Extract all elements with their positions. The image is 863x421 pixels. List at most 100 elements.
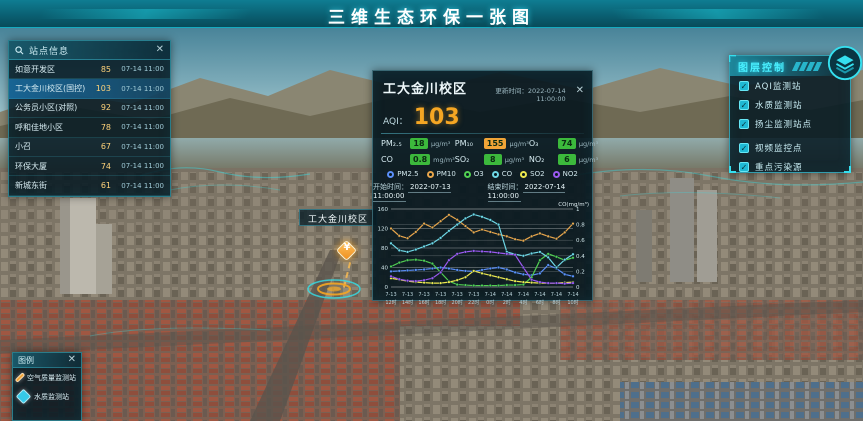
- pollutant-value-badge: 8: [484, 154, 502, 165]
- svg-text:0时: 0时: [486, 299, 494, 306]
- chart-legend-item[interactable]: PM2.5: [387, 170, 418, 178]
- start-time-field: 开始时间：2022-07-13 11:00:00: [373, 182, 478, 200]
- station-aqi: 74: [89, 162, 111, 171]
- station-name: 环保大厦: [15, 161, 89, 172]
- layer-control-panel: 图层控制 ✓AQI监测站✓水质监测站✓扬尘监测站点✓视频监控点✓重点污染源: [729, 55, 851, 173]
- end-time-label: 结束时间：: [488, 183, 523, 191]
- pollutant-cell: CO0.8mg/m³: [381, 154, 455, 165]
- pollutant-grid: PM₂.₅18μg/m³PM₁₀155μg/m³O₃74μg/m³CO0.8mg…: [373, 138, 592, 165]
- chart-legend-item[interactable]: NO2: [553, 170, 578, 178]
- station-aqi: 103: [89, 84, 111, 93]
- station-list: 如意开发区85 07-14 11:00 工大金川校区(国控)10307-14 11:…: [9, 60, 170, 196]
- svg-text:22时: 22时: [468, 299, 479, 306]
- close-icon[interactable]: ✕: [156, 45, 164, 55]
- svg-text:2时: 2时: [503, 299, 511, 306]
- chart-legend-item[interactable]: O3: [464, 170, 484, 178]
- svg-text:0.6: 0.6: [576, 238, 585, 244]
- pollutant-value-badge: 74: [558, 138, 576, 149]
- station-row[interactable]: 公务员小区(对照)9207-14 11:00: [9, 99, 170, 118]
- station-name: 呼和佳地小区: [15, 122, 89, 133]
- chart-legend-item[interactable]: PM10: [427, 170, 456, 178]
- station-aqi: 85: [89, 65, 111, 74]
- series-label: SO2: [530, 170, 544, 178]
- station-time: 07-14 11:00: [116, 65, 164, 73]
- pollutant-unit: μg/m³: [505, 156, 524, 164]
- station-aqi: 67: [89, 142, 111, 151]
- checkbox-icon[interactable]: ✓: [739, 100, 749, 110]
- close-icon[interactable]: ✕: [68, 355, 76, 365]
- svg-text:7-14: 7-14: [534, 292, 545, 298]
- legend-item: 空气质量监测站: [13, 368, 81, 387]
- svg-text:6时: 6时: [536, 299, 544, 306]
- station-row[interactable]: 环保大厦74 07-14 11:00: [9, 157, 170, 176]
- svg-text:8时: 8时: [552, 299, 560, 306]
- station-panel-title: 站点信息: [29, 44, 151, 57]
- marker-ground-rings: [306, 278, 362, 300]
- legend-panel-title: 图例: [18, 355, 68, 366]
- chart-legend: PM2.5 PM10 O3 CO SO2 NO2: [373, 165, 592, 180]
- pollutant-unit: mg/m³: [433, 156, 455, 164]
- svg-text:7-13: 7-13: [435, 292, 446, 298]
- layer-label: 水质监测站: [755, 99, 803, 111]
- svg-text:80: 80: [381, 246, 388, 252]
- station-row[interactable]: 新城东街6107-14 11:00: [9, 176, 170, 195]
- pollutant-name: PM₁₀: [455, 139, 481, 148]
- series-dot-icon: [553, 171, 560, 178]
- map-marker-label[interactable]: 工大金川校区: [299, 209, 377, 226]
- svg-text:7-14: 7-14: [567, 292, 578, 298]
- station-detail-popup: 工大金川校区 更新时间：2022-07-14 11:00:00 ✕ AQI： 1…: [372, 70, 593, 301]
- svg-text:7-14: 7-14: [485, 292, 496, 298]
- layers-icon[interactable]: [826, 44, 863, 82]
- series-label: NO2: [563, 170, 578, 178]
- station-row[interactable]: 小召6707-14 11:00: [9, 138, 170, 157]
- svg-text:10时: 10时: [567, 299, 578, 306]
- pollutant-name: CO: [381, 155, 407, 164]
- station-row[interactable]: 如意开发区85 07-14 11:00: [9, 60, 170, 79]
- svg-text:CO(mg/m³): CO(mg/m³): [558, 201, 589, 208]
- station-name: 公务员小区(对照): [15, 102, 89, 113]
- layer-item[interactable]: ✓ 视频监控点: [730, 138, 850, 157]
- close-icon[interactable]: ✕: [576, 86, 584, 96]
- series-label: CO: [502, 170, 512, 178]
- checkbox-icon[interactable]: ✓: [739, 162, 749, 172]
- station-time: 07-14 11:00: [116, 162, 164, 170]
- station-marker[interactable]: ¥: [336, 240, 358, 262]
- layer-label: 视频监控点: [755, 142, 803, 154]
- popup-title: 工大金川校区: [383, 78, 467, 97]
- checkbox-icon[interactable]: ✓: [739, 119, 749, 129]
- layer-item[interactable]: ✓ 重点污染源: [730, 157, 850, 176]
- layer-item[interactable]: ✓ 水质监测站: [730, 95, 850, 114]
- svg-text:7-14: 7-14: [518, 292, 529, 298]
- legend-list: 空气质量监测站水质监测站: [13, 368, 81, 406]
- pollutant-name: SO₂: [455, 155, 481, 164]
- pollutant-value-badge: 155: [484, 138, 507, 149]
- svg-text:0.2: 0.2: [576, 269, 585, 275]
- chart-legend-item[interactable]: SO2: [520, 170, 544, 178]
- layer-item[interactable]: ✓ 扬尘监测站点: [730, 114, 850, 133]
- series-dot-icon: [492, 171, 499, 178]
- svg-text:0: 0: [385, 285, 389, 291]
- station-row[interactable]: 呼和佳地小区7807-14 11:00: [9, 118, 170, 137]
- svg-text:4时: 4时: [519, 299, 527, 306]
- svg-text:12时: 12时: [385, 299, 396, 306]
- layer-label: 重点污染源: [755, 161, 803, 173]
- popup-update-time: 更新时间：2022-07-14 11:00:00: [467, 85, 566, 103]
- pollutant-value-badge: 6: [558, 154, 576, 165]
- divider: [381, 133, 584, 134]
- layer-label: 扬尘监测站点: [755, 118, 812, 130]
- pollutant-unit: μg/m³: [509, 140, 528, 148]
- series-label: PM2.5: [397, 170, 418, 178]
- series-dot-icon: [427, 171, 434, 178]
- legend-label: 水质监测站: [34, 392, 69, 402]
- svg-text:7-13: 7-13: [385, 292, 396, 298]
- checkbox-icon[interactable]: ✓: [739, 81, 749, 91]
- end-time-field: 结束时间：2022-07-14 11:00:00: [488, 182, 593, 200]
- station-name: 小召: [15, 141, 89, 152]
- pollutant-cell: PM₁₀155μg/m³: [455, 138, 529, 149]
- svg-text:7-13: 7-13: [418, 292, 429, 298]
- svg-text:160: 160: [378, 207, 389, 213]
- chart-legend-item[interactable]: CO: [492, 170, 512, 178]
- station-row[interactable]: 工大金川校区(国控)10307-14 11:00: [9, 79, 170, 98]
- station-name: 如意开发区: [15, 64, 89, 75]
- checkbox-icon[interactable]: ✓: [739, 143, 749, 153]
